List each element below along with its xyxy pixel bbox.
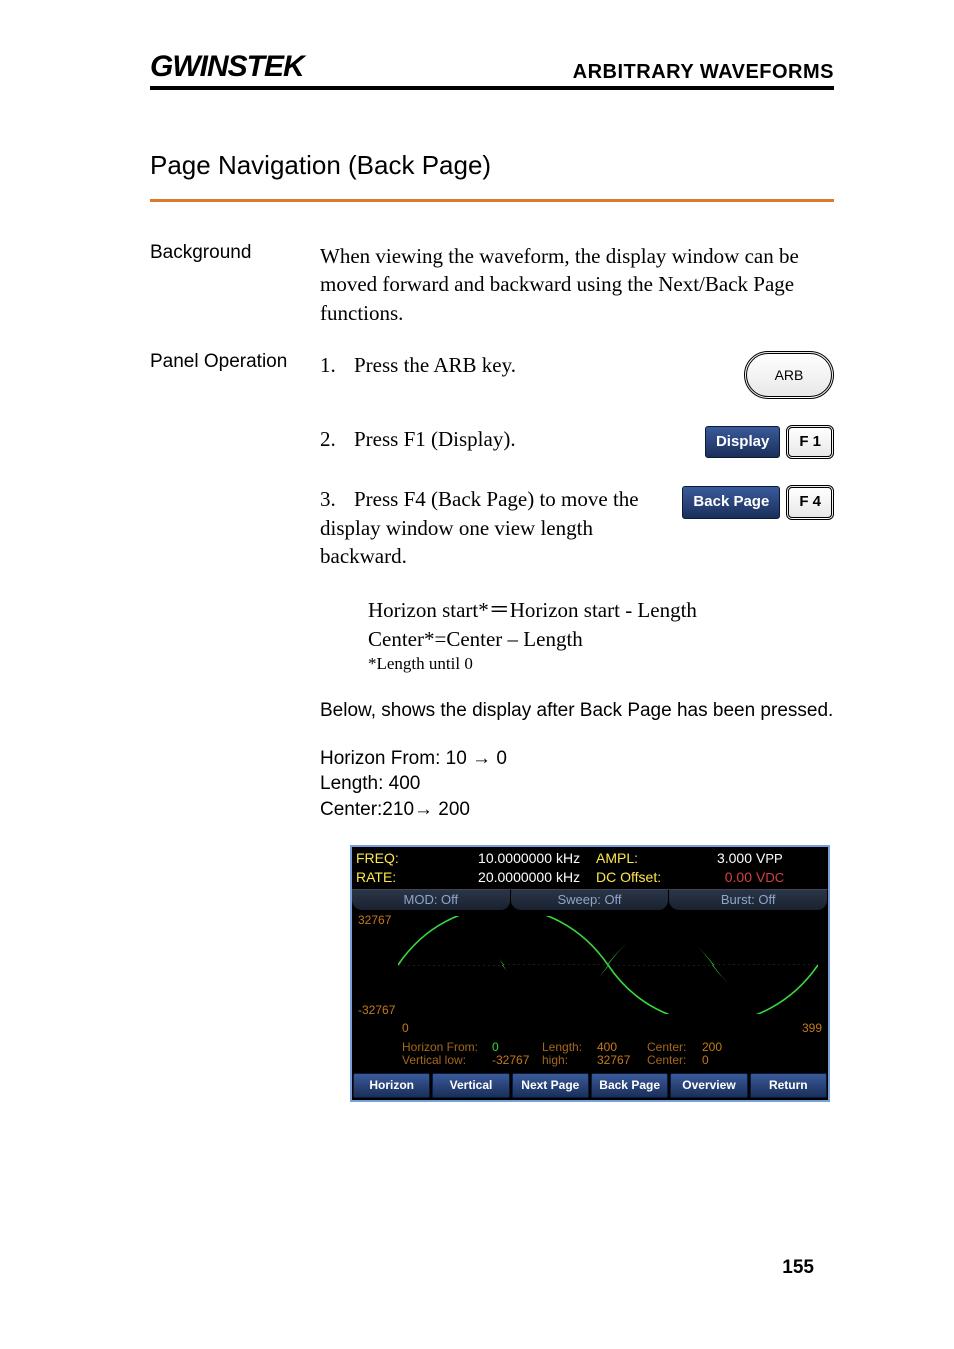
f4-key[interactable]: F 4 bbox=[786, 485, 834, 519]
lcd-readout-top: FREQ: 10.0000000 kHz AMPL: 3.000 VPP RAT… bbox=[352, 847, 828, 890]
mod-tab: MOD: Off bbox=[352, 889, 511, 910]
panel-operation-label: Panel Operation bbox=[150, 351, 320, 1102]
step-2-text: Press F1 (Display). bbox=[354, 427, 516, 451]
x-start: 0 bbox=[402, 1022, 442, 1035]
ampl-label: AMPL: bbox=[596, 849, 686, 868]
dc-label: DC Offset: bbox=[596, 868, 686, 887]
formula-note: *Length until 0 bbox=[368, 653, 834, 676]
step-2: 2.Press F1 (Display). Display F 1 bbox=[320, 425, 834, 459]
sk-overview[interactable]: Overview bbox=[670, 1073, 747, 1097]
lcd-softkey-row: Horizon Vertical Next Page Back Page Ove… bbox=[352, 1071, 828, 1099]
lcd-info-grid: Horizon From: 0 Length: 400 Center: 200 … bbox=[352, 1039, 828, 1071]
formula-line-1: Horizon start*＝Horizon start - Length bbox=[368, 596, 834, 624]
step-3: 3.Press F4 (Back Page) to move the displ… bbox=[320, 485, 834, 570]
page-number: 155 bbox=[782, 1257, 814, 1279]
rate-value: 20.0000000 bbox=[426, 868, 556, 887]
sk-return[interactable]: Return bbox=[750, 1073, 827, 1097]
sk-back-page[interactable]: Back Page bbox=[591, 1073, 668, 1097]
lcd-screenshot: FREQ: 10.0000000 kHz AMPL: 3.000 VPP RAT… bbox=[350, 845, 830, 1102]
step-1: 1.Press the ARB key. ARB bbox=[320, 351, 834, 399]
arb-key[interactable]: ARB bbox=[744, 351, 834, 399]
brand-logo: GWINSTEK bbox=[150, 50, 304, 84]
ampl-value: 3.000 bbox=[686, 849, 756, 868]
sk-vertical[interactable]: Vertical bbox=[432, 1073, 509, 1097]
formula-line-2: Center*=Center – Length bbox=[368, 625, 834, 653]
step-1-text: Press the ARB key. bbox=[354, 353, 516, 377]
dc-value: 0.00 bbox=[686, 868, 756, 887]
step-3-text: Press F4 (Back Page) to move the display… bbox=[320, 487, 639, 568]
center-change: Center:210→ 200 bbox=[320, 797, 834, 823]
x-end: 399 bbox=[772, 1022, 822, 1035]
below-text: Below, shows the display after Back Page… bbox=[320, 698, 834, 724]
sk-next-page[interactable]: Next Page bbox=[512, 1073, 589, 1097]
burst-tab: Burst: Off bbox=[669, 889, 828, 910]
freq-value: 10.0000000 bbox=[426, 849, 556, 868]
vl-val: -32767 bbox=[492, 1054, 542, 1067]
freq-label: FREQ: bbox=[356, 849, 426, 868]
formula-block: Horizon start*＝Horizon start - Length Ce… bbox=[368, 596, 834, 676]
freq-unit: kHz bbox=[556, 849, 596, 868]
display-softkey[interactable]: Display bbox=[705, 426, 780, 458]
waveform-plot: 32767 -32767 bbox=[352, 910, 828, 1020]
page-header: GWINSTEK ARBITRARY WAVEFORMS bbox=[150, 50, 834, 90]
background-text: When viewing the waveform, the display w… bbox=[320, 242, 834, 327]
section-title: ARBITRARY WAVEFORMS bbox=[573, 61, 834, 84]
length-value: Length: 400 bbox=[320, 771, 834, 797]
horizon-from-change: Horizon From: 10 → 0 bbox=[320, 746, 834, 772]
values-block: Horizon From: 10 → 0 Length: 400 Center:… bbox=[320, 746, 834, 823]
lcd-info-row1: 0 399 bbox=[352, 1020, 828, 1039]
background-label: Background bbox=[150, 242, 320, 327]
step-3-num: 3. bbox=[320, 485, 354, 513]
vl-label: Vertical low: bbox=[402, 1054, 492, 1067]
ampl-unit: VPP bbox=[756, 849, 801, 868]
c2-label: Center: bbox=[647, 1054, 702, 1067]
sine-wave-icon bbox=[398, 916, 818, 1014]
y-axis-min: -32767 bbox=[358, 1002, 395, 1018]
rate-label: RATE: bbox=[356, 868, 426, 887]
hi-label: high: bbox=[542, 1054, 597, 1067]
step-2-num: 2. bbox=[320, 425, 354, 453]
page-title: Page Navigation (Back Page) bbox=[150, 150, 834, 181]
rate-unit: kHz bbox=[556, 868, 596, 887]
hi-val: 32767 bbox=[597, 1054, 647, 1067]
sweep-tab: Sweep: Off bbox=[511, 889, 670, 910]
dc-unit: VDC bbox=[756, 868, 801, 887]
c2-val: 0 bbox=[702, 1054, 747, 1067]
step-1-num: 1. bbox=[320, 351, 354, 379]
f1-key[interactable]: F 1 bbox=[786, 425, 834, 459]
title-rule bbox=[150, 199, 834, 202]
y-axis-max: 32767 bbox=[358, 912, 391, 928]
sk-horizon[interactable]: Horizon bbox=[353, 1073, 430, 1097]
lcd-status-tabs: MOD: Off Sweep: Off Burst: Off bbox=[352, 889, 828, 910]
back-page-softkey[interactable]: Back Page bbox=[682, 486, 780, 518]
